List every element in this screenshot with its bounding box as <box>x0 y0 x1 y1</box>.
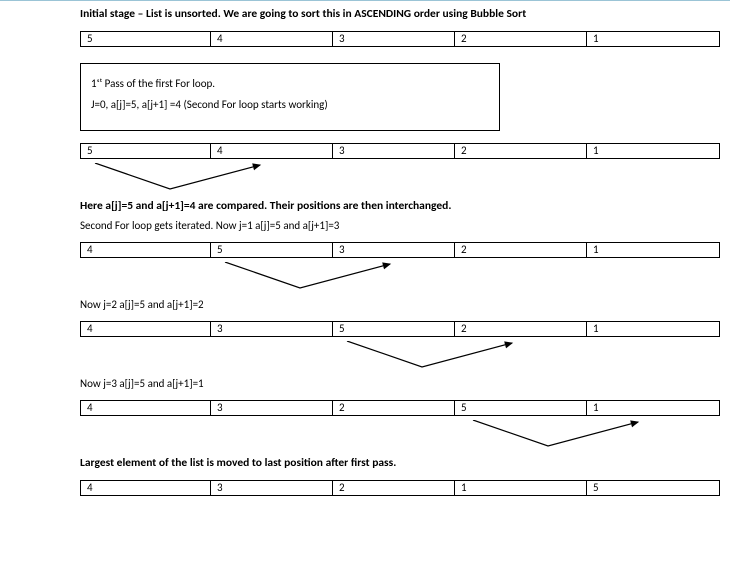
cell: 4 <box>211 32 333 46</box>
list-row-step3: 4 3 5 2 1 <box>80 321 720 337</box>
cell: 1 <box>587 144 719 158</box>
pass-line-2: J=0, a[j]=5, a[j+1] =4 (Second For loop … <box>91 95 489 116</box>
list-row-step1: 5 4 3 2 1 <box>80 143 720 159</box>
compare-text: Here a[j]=5 and a[j+1]=4 are compared. T… <box>80 199 720 213</box>
cell: 5 <box>81 32 211 46</box>
page-title: Initial stage – List is unsorted. We are… <box>80 7 720 21</box>
cell: 1 <box>455 481 587 495</box>
cell: 4 <box>81 243 211 257</box>
list-row-step2: 4 5 3 2 1 <box>80 242 720 258</box>
final-text: Largest element of the list is moved to … <box>80 456 720 470</box>
pass-description-box: 1ˢᵗ Pass of the first For loop. J=0, a[j… <box>80 63 500 131</box>
iteration-text-3: Now j=3 a[j]=5 and a[j+1]=1 <box>80 377 720 390</box>
cell: 5 <box>81 144 211 158</box>
cell: 5 <box>587 481 719 495</box>
iteration-text-2: Now j=2 a[j]=5 and a[j+1]=2 <box>80 298 720 311</box>
pass-line-1: 1ˢᵗ Pass of the first For loop. <box>91 74 489 95</box>
cell: 2 <box>455 243 587 257</box>
cell: 3 <box>211 481 333 495</box>
cell: 3 <box>211 322 333 336</box>
cell: 5 <box>455 401 587 415</box>
cell: 4 <box>81 481 211 495</box>
cell: 4 <box>81 322 211 336</box>
cell: 4 <box>81 401 211 415</box>
cell: 2 <box>333 401 455 415</box>
cell: 4 <box>211 144 333 158</box>
swap-arrow-3 <box>80 341 720 371</box>
cell: 1 <box>587 243 719 257</box>
cell: 1 <box>587 401 719 415</box>
cell: 2 <box>455 144 587 158</box>
cell: 2 <box>455 322 587 336</box>
swap-arrow-4 <box>80 420 720 450</box>
iteration-text-1: Second For loop gets iterated. Now j=1 a… <box>80 219 720 232</box>
cell: 3 <box>333 144 455 158</box>
cell: 5 <box>333 322 455 336</box>
cell: 3 <box>211 401 333 415</box>
swap-arrow-2 <box>80 262 720 292</box>
cell: 1 <box>587 32 719 46</box>
cell: 3 <box>333 32 455 46</box>
list-row-initial: 5 4 3 2 1 <box>80 31 720 47</box>
cell: 1 <box>587 322 719 336</box>
cell: 5 <box>211 243 333 257</box>
cell: 3 <box>333 243 455 257</box>
swap-arrow-1 <box>80 163 720 193</box>
list-row-step4: 4 3 2 5 1 <box>80 400 720 416</box>
cell: 2 <box>333 481 455 495</box>
list-row-final: 4 3 2 1 5 <box>80 480 720 496</box>
cell: 2 <box>455 32 587 46</box>
